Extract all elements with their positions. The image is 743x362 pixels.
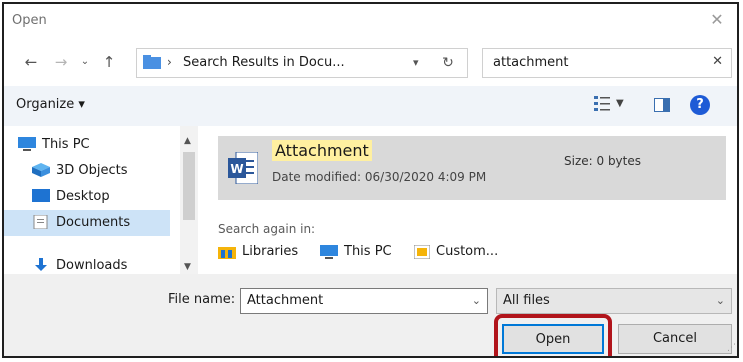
sidebar-item-label: Documents <box>56 215 131 230</box>
this-pc-icon <box>18 137 36 151</box>
address-path: Search Results in Docu... <box>183 55 345 70</box>
search-again-custom-link[interactable]: Custom... <box>414 244 498 259</box>
file-name: Attachment <box>272 140 372 161</box>
navigation-pane-scrollbar[interactable]: ▲ ▼ <box>180 126 198 274</box>
address-bar[interactable]: › Search Results in Docu... ▾ ↻ <box>136 48 468 78</box>
sidebar-item-this-pc[interactable]: This PC <box>4 132 170 158</box>
scroll-down-icon[interactable]: ▼ <box>184 262 191 272</box>
search-again-label: Search again in: <box>218 222 316 236</box>
back-arrow-icon[interactable]: ← <box>22 52 40 72</box>
link-label: Libraries <box>242 244 299 259</box>
view-options-chevron-icon[interactable]: ▼ <box>616 98 624 109</box>
search-again-libraries-link[interactable]: Libraries <box>218 244 298 259</box>
path-separator: › <box>167 55 172 69</box>
refresh-icon[interactable]: ↻ <box>437 53 459 73</box>
chevron-down-icon[interactable]: ⌄ <box>472 294 481 307</box>
documents-icon <box>33 215 48 229</box>
file-type-value: All files <box>503 293 550 308</box>
link-label: This PC <box>344 244 392 259</box>
file-date-modified: Date modified: 06/30/2020 4:09 PM <box>272 170 487 184</box>
word-document-icon: W <box>228 152 258 184</box>
command-bar: Organize ▾ ▼ ? <box>4 86 737 126</box>
chevron-down-icon[interactable]: ▾ <box>413 56 419 69</box>
navigation-pane: This PC 3D Objects Desktop Documents Dow… <box>4 126 180 274</box>
sidebar-item-label: Downloads <box>56 258 128 273</box>
organize-button[interactable]: Organize ▾ <box>16 97 85 112</box>
preview-pane-icon[interactable] <box>654 98 670 112</box>
cancel-button[interactable]: Cancel <box>618 324 732 354</box>
scrollbar-thumb[interactable] <box>183 152 195 220</box>
forward-arrow-icon[interactable]: → <box>52 52 70 72</box>
link-label: Custom... <box>436 244 499 259</box>
sidebar-item-documents[interactable]: Documents <box>4 210 170 236</box>
title-bar: Open ✕ <box>4 4 737 38</box>
3d-objects-icon <box>32 163 50 177</box>
search-again-this-pc-link[interactable]: This PC <box>320 244 392 259</box>
list-item[interactable]: W Attachment Date modified: 06/30/2020 4… <box>218 136 726 200</box>
sidebar-item-label: 3D Objects <box>56 163 128 178</box>
close-icon[interactable]: ✕ <box>707 10 727 30</box>
svg-text:W: W <box>230 162 243 176</box>
sidebar-item-label: Desktop <box>56 189 110 204</box>
file-size: Size: 0 bytes <box>564 154 641 168</box>
dialog-footer: File name: Attachment ⌄ All files ⌄ Open… <box>4 274 737 356</box>
sidebar-item-label: This PC <box>42 137 90 152</box>
recent-locations-chevron-icon[interactable]: ⌄ <box>76 52 94 72</box>
search-results-pane: W Attachment Date modified: 06/30/2020 4… <box>198 126 737 274</box>
libraries-icon <box>218 246 236 259</box>
file-name-input[interactable]: Attachment <box>247 293 323 308</box>
this-pc-icon <box>320 244 338 259</box>
open-file-dialog: Open ✕ ← → ⌄ ↑ › Search Results in Docu.… <box>2 2 739 358</box>
downloads-icon <box>35 258 47 271</box>
desktop-icon <box>32 189 50 202</box>
scroll-up-icon[interactable]: ▲ <box>184 136 191 146</box>
resize-grip-icon[interactable]: ⋰ <box>727 343 736 353</box>
file-name-combobox[interactable]: Attachment ⌄ <box>240 288 488 314</box>
window-title: Open <box>12 13 47 28</box>
sidebar-item-downloads[interactable]: Downloads <box>4 236 170 274</box>
custom-icon <box>414 244 430 259</box>
up-arrow-icon[interactable]: ↑ <box>100 52 118 72</box>
help-icon[interactable]: ? <box>690 95 710 115</box>
annotation-highlight-ring <box>494 314 612 356</box>
navigation-bar: ← → ⌄ ↑ › Search Results in Docu... ▾ ↻ … <box>4 38 737 86</box>
chevron-down-icon[interactable]: ⌄ <box>716 294 725 307</box>
search-folder-icon <box>143 55 161 69</box>
file-name-label: File name: <box>168 292 236 307</box>
file-type-select[interactable]: All files ⌄ <box>496 288 732 314</box>
sidebar-item-desktop[interactable]: Desktop <box>4 184 170 210</box>
change-view-icon[interactable] <box>594 95 610 113</box>
search-input[interactable]: attachment <box>493 55 569 70</box>
clear-search-icon[interactable]: ✕ <box>712 54 723 69</box>
sidebar-item-3d-objects[interactable]: 3D Objects <box>4 158 170 184</box>
search-box[interactable]: attachment ✕ <box>482 48 732 78</box>
